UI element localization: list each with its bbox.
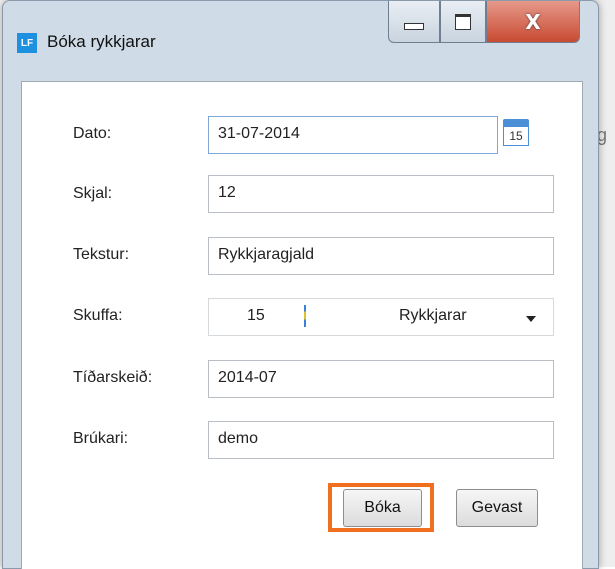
drawer-label: Skuffa: bbox=[73, 307, 123, 324]
user-input[interactable]: demo bbox=[208, 421, 554, 459]
user-row: Brúkari: demo bbox=[22, 418, 582, 460]
drawer-name: Rykkjarar bbox=[399, 307, 467, 324]
document-input[interactable]: 12 bbox=[208, 175, 554, 213]
document-label: Skjal: bbox=[73, 185, 113, 202]
calendar-icon bbox=[503, 119, 529, 126]
dialog-window: LF Bóka rykkjarar X Dato: 31-07-2014 15 … bbox=[2, 0, 599, 569]
minimize-button[interactable] bbox=[388, 1, 440, 43]
book-button[interactable]: Bóka bbox=[343, 489, 422, 527]
maximize-icon bbox=[455, 13, 471, 30]
period-row: Tíðarskeið: 2014-07 bbox=[22, 356, 582, 398]
drawer-separator bbox=[304, 305, 306, 327]
maximize-button[interactable] bbox=[440, 1, 486, 43]
chevron-down-icon[interactable] bbox=[526, 316, 536, 322]
date-input[interactable]: 31-07-2014 bbox=[208, 116, 498, 154]
text-label: Tekstur: bbox=[73, 246, 130, 263]
drawer-row: Skuffa: 15 Rykkjarar bbox=[22, 295, 582, 337]
minimize-icon bbox=[404, 23, 424, 30]
cancel-button[interactable]: Gevast bbox=[456, 489, 538, 527]
calendar-button[interactable]: 15 bbox=[503, 119, 529, 146]
date-row: Dato: 31-07-2014 15 bbox=[22, 114, 582, 156]
calendar-day: 15 bbox=[503, 126, 529, 146]
close-icon: X bbox=[525, 9, 541, 34]
text-row: Tekstur: Rykkjaragjald bbox=[22, 233, 582, 275]
dialog-content: Dato: 31-07-2014 15 Skjal: 12 Tekstur: R… bbox=[21, 81, 583, 569]
period-input[interactable]: 2014-07 bbox=[208, 360, 554, 398]
drawer-select[interactable]: 15 Rykkjarar bbox=[208, 298, 554, 336]
date-label: Dato: bbox=[73, 125, 112, 142]
close-button[interactable]: X bbox=[486, 1, 580, 43]
drawer-number: 15 bbox=[247, 307, 265, 324]
app-icon: LF bbox=[17, 33, 37, 53]
window-title: Bóka rykkjarar bbox=[47, 32, 156, 51]
document-row: Skjal: 12 bbox=[22, 173, 582, 215]
period-label: Tíðarskeið: bbox=[73, 369, 153, 386]
text-input[interactable]: Rykkjaragjald bbox=[208, 237, 554, 275]
user-label: Brúkari: bbox=[73, 430, 129, 447]
